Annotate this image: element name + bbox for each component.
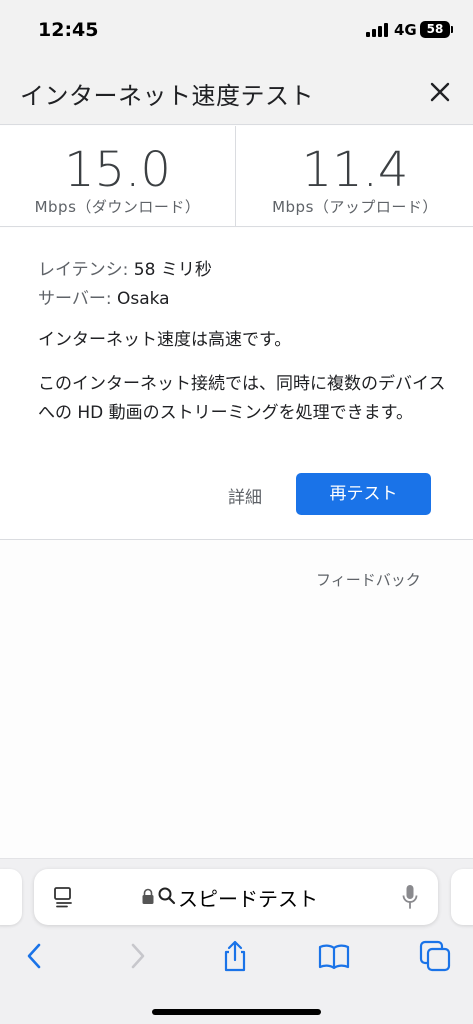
upload-unit: Mbps（アップロード） <box>272 198 438 216</box>
magnifier-icon <box>158 887 176 905</box>
status-time: 12:45 <box>38 19 99 41</box>
bookmarks-icon[interactable] <box>317 939 351 973</box>
address-text[interactable]: スピードテスト <box>178 883 318 912</box>
result-info: レイテンシ: 58 ミリ秒 サーバー: Osaka インターネット速度は高速です… <box>0 228 473 540</box>
feedback-link[interactable]: フィードバック <box>316 569 421 590</box>
signal-icon <box>366 23 388 37</box>
latency-label: レイテンシ: <box>38 260 129 280</box>
speed-summary: インターネット速度は高速です。 <box>38 330 292 350</box>
details-button[interactable]: 詳細 <box>228 483 262 508</box>
forward-icon[interactable] <box>120 939 154 973</box>
download-unit: Mbps（ダウンロード） <box>34 198 201 216</box>
latency-row: レイテンシ: 58 ミリ秒 <box>38 255 212 280</box>
retest-button[interactable]: 再テスト <box>296 473 431 515</box>
server-value: Osaka <box>116 289 170 309</box>
battery-icon: 58 <box>420 21 453 38</box>
dialog-header: インターネット速度テスト <box>0 60 473 125</box>
home-indicator <box>152 1009 321 1015</box>
mic-icon[interactable] <box>400 883 420 911</box>
speed-metrics: 15.0 Mbps（ダウンロード） 11.4 Mbps（アップロード） <box>0 126 473 227</box>
browser-toolbar: スピードテスト <box>0 858 473 1024</box>
reader-icon[interactable] <box>52 885 76 909</box>
upload-value: 11.4 <box>301 142 409 198</box>
server-label: サーバー: <box>38 289 112 309</box>
previous-tab-preview[interactable] <box>0 869 22 925</box>
download-metric: 15.0 Mbps（ダウンロード） <box>0 126 236 226</box>
status-bar: 12:45 4G 58 <box>0 0 473 60</box>
next-tab-preview[interactable] <box>451 869 473 925</box>
server-row: サーバー: Osaka <box>38 284 170 309</box>
share-icon[interactable] <box>218 939 252 973</box>
tabs-icon[interactable] <box>418 939 452 973</box>
upload-metric: 11.4 Mbps（アップロード） <box>237 126 473 226</box>
network-type: 4G <box>394 21 417 39</box>
download-value: 15.0 <box>64 142 171 198</box>
address-bar[interactable]: スピードテスト <box>34 869 438 925</box>
close-button[interactable] <box>424 76 456 108</box>
lock-icon <box>142 888 154 904</box>
page-title: インターネット速度テスト <box>20 82 314 110</box>
close-icon <box>430 82 450 102</box>
back-icon[interactable] <box>18 939 52 973</box>
speed-description: このインターネット接続では、同時に複数のデバイスへの HD 動画のストリーミング… <box>38 374 446 423</box>
latency-value: 58 ミリ秒 <box>133 260 212 280</box>
